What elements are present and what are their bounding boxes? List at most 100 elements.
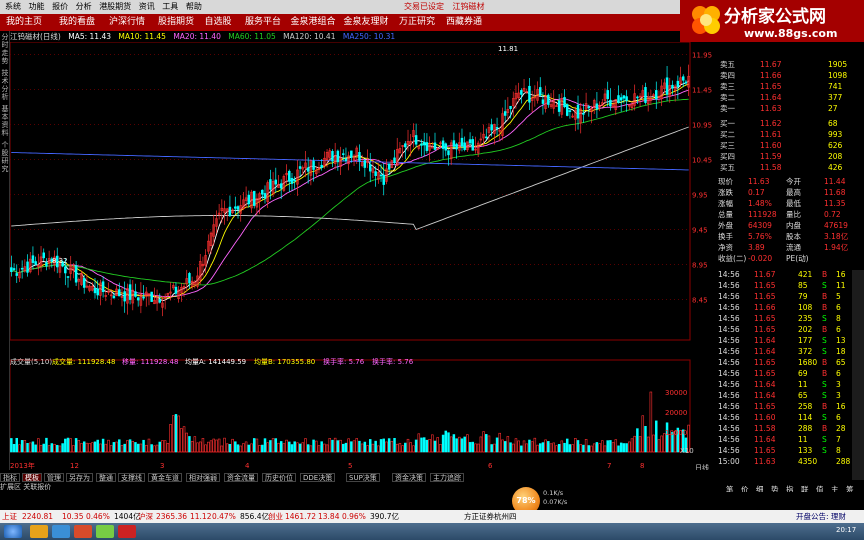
sh-amount: 1404亿 xyxy=(114,512,141,521)
start-button[interactable] xyxy=(4,525,22,538)
indicator-tab[interactable]: DDE决策 xyxy=(300,473,336,482)
menu-item-quote[interactable]: 报价 xyxy=(52,0,68,14)
stat-row-cell: 总量 xyxy=(718,210,733,219)
tick-row-cell: 11.63 xyxy=(754,457,776,466)
volume-bar xyxy=(595,442,599,453)
nav-service[interactable]: 服务平台 xyxy=(242,14,284,31)
kline-chart[interactable]: 11.95 11.45 10.95 10.45 9.95 9.45 8.95 8.45 300… xyxy=(10,42,715,472)
nav-watchlist[interactable]: 自选股 xyxy=(202,14,234,31)
volume-bar xyxy=(582,444,585,453)
nav-portfolio[interactable]: 金泉港组合 xyxy=(288,14,338,31)
hs-pct: 0.47% xyxy=(212,512,236,521)
volume-bar xyxy=(503,441,507,453)
candle-body xyxy=(520,90,523,95)
candle-body xyxy=(422,141,426,146)
vol-extra: 移量: 111928.48 xyxy=(122,357,178,366)
volume-bar xyxy=(406,438,410,453)
volume-bar xyxy=(436,437,439,453)
volume-bar xyxy=(28,442,32,453)
volume-bar xyxy=(565,438,569,453)
volume-bar xyxy=(34,444,37,453)
stat-row-cell: 现价 xyxy=(718,177,733,186)
stat-row-cell: 47619 xyxy=(824,221,848,230)
tick-row-cell: S xyxy=(822,413,827,422)
menu-item-analysis[interactable]: 分析 xyxy=(76,0,92,14)
taskbar-app-5[interactable] xyxy=(118,525,136,538)
ma-line-ma120 xyxy=(11,126,689,231)
indicator-tab[interactable]: 历史价位 xyxy=(262,473,296,482)
taskbar-app-2[interactable] xyxy=(52,525,70,538)
open-notice[interactable]: 开盘公告: 理财 xyxy=(796,510,846,523)
order-book-row-cell: 11.62 xyxy=(760,119,782,128)
stat-row: 总量 111928 量比 0.72 xyxy=(718,210,850,220)
taskbar-app-1[interactable] xyxy=(30,525,48,538)
tick-scrollbar[interactable] xyxy=(852,270,864,480)
nav-wealth[interactable]: 金泉友理财 xyxy=(341,14,391,31)
left-tab-research[interactable]: 个股研究 xyxy=(0,141,10,173)
indicator-tab[interactable]: 资金决策 xyxy=(392,473,426,482)
left-tab-intraday[interactable]: 分时走势 xyxy=(0,33,10,65)
tick-row-cell: S xyxy=(822,314,827,323)
nav-my-home[interactable]: 我的主页 xyxy=(4,14,44,31)
indicator-tab[interactable]: 主力追踪 xyxy=(430,473,464,482)
volume-bar xyxy=(644,426,647,453)
volume-bar xyxy=(255,438,259,453)
volume-bar xyxy=(23,440,27,453)
volume-bar xyxy=(422,437,426,453)
tick-row: 14:56 11.65 258 B 16 xyxy=(718,402,850,412)
menu-item-system[interactable]: 系统 xyxy=(5,0,21,14)
volume-bar xyxy=(301,442,305,453)
stat-row-cell: 0.72 xyxy=(824,210,841,219)
volume-bar xyxy=(420,437,423,453)
indicator-tab[interactable]: 指标 xyxy=(0,473,20,482)
date-tick: 4 xyxy=(245,462,250,470)
taskbar-app-4[interactable] xyxy=(96,525,114,538)
nav-tibet[interactable]: 西藏券通 xyxy=(443,14,485,31)
indicator-tab[interactable]: 另存为 xyxy=(66,473,93,482)
tick-row-cell: 11.64 xyxy=(754,391,776,400)
menu-item-help[interactable]: 帮助 xyxy=(186,0,202,14)
indicator-tab[interactable]: SUP决策 xyxy=(346,473,380,482)
nav-hs-quotes[interactable]: 沪深行情 xyxy=(104,14,150,31)
order-book-row-cell: 1098 xyxy=(828,71,848,80)
nav-my-watch[interactable]: 我的看盘 xyxy=(54,14,100,31)
taskbar-app-3[interactable] xyxy=(74,525,92,538)
cy-pct: 0.96% xyxy=(342,512,366,521)
volume-tick: 10000 xyxy=(665,429,687,437)
menu-item-function[interactable]: 功能 xyxy=(29,0,45,14)
volume-bar xyxy=(96,439,99,453)
tick-row-cell: 11.64 xyxy=(754,347,776,356)
menu-item-news[interactable]: 资讯 xyxy=(139,0,155,14)
volume-bar xyxy=(342,443,345,453)
order-book-row-cell: 741 xyxy=(828,82,843,91)
candle-body xyxy=(236,206,240,210)
indicator-tab[interactable]: 相对强弱 xyxy=(186,473,220,482)
volume-bar xyxy=(139,443,143,453)
menu-item-tools[interactable]: 工具 xyxy=(162,0,178,14)
candle-body xyxy=(538,87,542,96)
nav-index-futures[interactable]: 股指期货 xyxy=(153,14,199,31)
volume-bar xyxy=(185,432,188,453)
nav-research[interactable]: 万正研究 xyxy=(396,14,438,31)
volume-bar xyxy=(134,442,137,453)
order-book-row-cell: 买五 xyxy=(720,163,735,172)
candle-body xyxy=(565,104,569,116)
tick-row: 15:00 11.63 4350 288 xyxy=(718,457,850,467)
indicator-tab[interactable]: 黄金车道 xyxy=(148,473,182,482)
candle-body xyxy=(576,104,580,119)
menu-item-hk-futures[interactable]: 港股期货 xyxy=(99,0,131,14)
candle-body xyxy=(387,163,391,170)
volume-bar xyxy=(598,443,601,453)
indicator-tab[interactable]: 支撑线 xyxy=(118,473,145,482)
tick-row-cell: 8 xyxy=(836,446,841,455)
indicator-tab[interactable]: 模板 xyxy=(22,473,42,482)
indicator-tab[interactable]: 资金流量 xyxy=(224,473,258,482)
expand-area[interactable]: 扩展区 关联报价 xyxy=(0,482,51,492)
indicator-tab[interactable]: 管理 xyxy=(44,473,64,482)
indicator-tab[interactable]: 整通 xyxy=(96,473,116,482)
left-tab-fundamentals[interactable]: 基本资料 xyxy=(0,105,10,137)
left-tab-technical[interactable]: 技术分析 xyxy=(0,69,10,101)
volume-bar xyxy=(528,439,531,453)
volume-bar xyxy=(258,445,261,453)
order-book-row: 卖一 11.63 27 xyxy=(718,104,850,114)
